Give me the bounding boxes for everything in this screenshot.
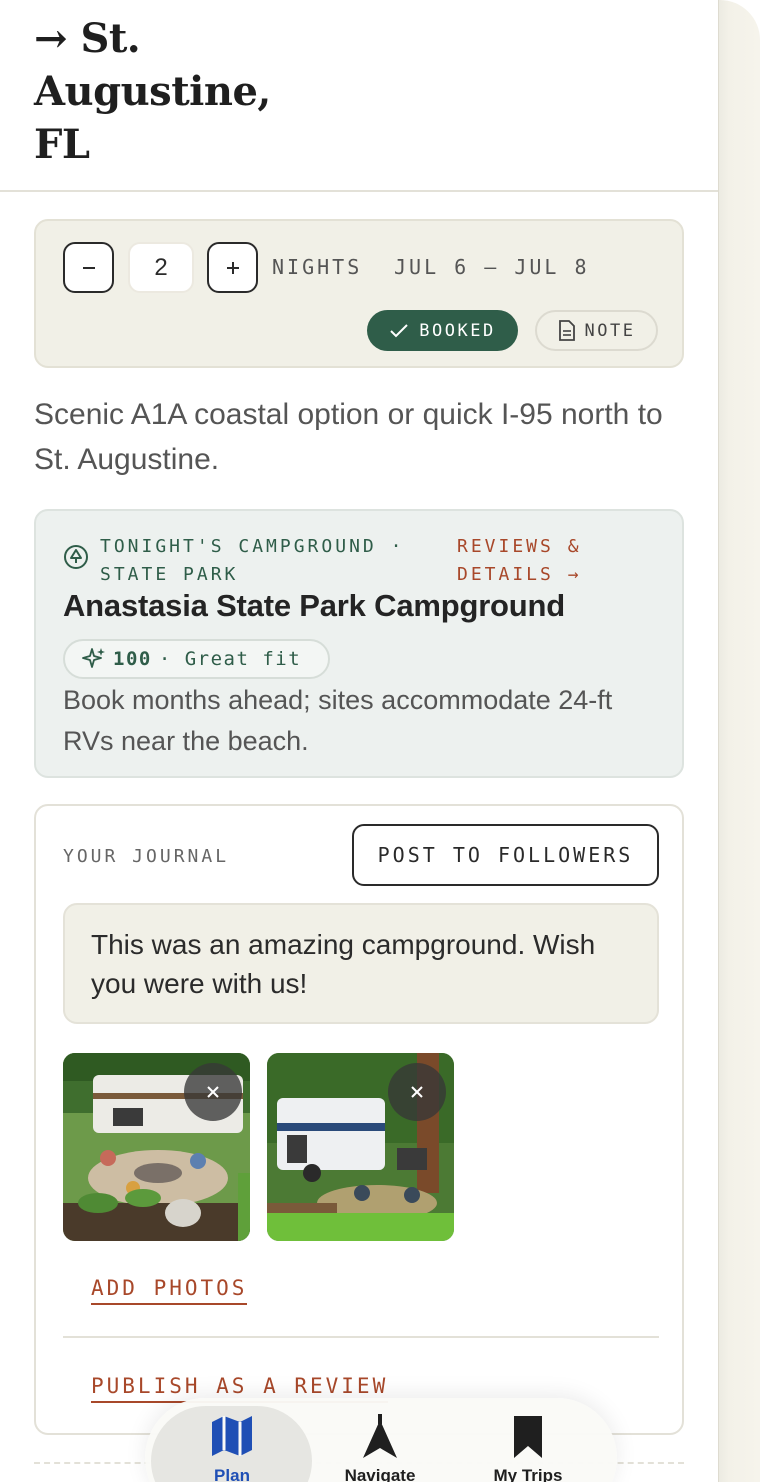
trip-day-sheet: → St. Augustine, FL 2 NIGHTS JUL 6 – JUL…	[0, 0, 718, 1482]
booked-button[interactable]: BOOKED	[367, 310, 518, 351]
fit-score-badge: 100 · Great fit	[63, 639, 330, 679]
nights-value[interactable]: 2	[128, 242, 194, 293]
date-range: JUL 6 – JUL 8	[394, 255, 590, 279]
journal-entry-field[interactable]: This was an amazing campground. Wish you…	[63, 903, 659, 1024]
title-line: FL	[34, 121, 90, 168]
tab-label: Plan	[214, 1466, 250, 1482]
remove-photo-button[interactable]	[388, 1063, 446, 1121]
note-label: NOTE	[584, 320, 636, 341]
nights-card: 2 NIGHTS JUL 6 – JUL 8 BOOKED NOTE	[34, 219, 684, 368]
campground-card[interactable]: TONIGHT'S CAMPGROUND · STATE PARK REVIEW…	[34, 509, 684, 778]
minus-icon	[82, 266, 95, 269]
checkmark-icon	[390, 323, 408, 337]
sparkle-icon	[82, 648, 105, 668]
journal-card: YOUR JOURNAL POST TO FOLLOWERS This was …	[34, 804, 684, 1435]
booked-label: BOOKED	[419, 320, 496, 341]
route-description: Scenic A1A coastal option or quick I-95 …	[34, 398, 663, 476]
post-to-followers-button[interactable]: POST TO FOLLOWERS	[352, 824, 659, 886]
journal-photo[interactable]	[63, 1053, 250, 1241]
reviews-details-link[interactable]: REVIEWS & DETAILS →	[457, 533, 647, 589]
close-icon	[207, 1086, 219, 1098]
tab-label: Navigate	[344, 1466, 416, 1482]
tab-navigate[interactable]: Navigate	[305, 1412, 455, 1482]
fit-label: · Great fit	[158, 648, 302, 670]
title-line: Augustine,	[34, 68, 271, 115]
tab-my-trips[interactable]: My Trips	[453, 1412, 603, 1482]
campground-type: TONIGHT'S CAMPGROUND · STATE PARK	[100, 536, 405, 585]
remove-photo-button[interactable]	[184, 1063, 242, 1121]
navigation-arrow-icon	[363, 1414, 397, 1458]
tab-plan[interactable]: Plan	[157, 1412, 307, 1482]
campground-pin-icon	[64, 545, 88, 569]
bottom-tab-bar: Plan Navigate My Trips	[145, 1398, 617, 1482]
campground-name: Anastasia State Park Campground	[63, 588, 566, 623]
title-line: → St.	[34, 15, 141, 62]
page-title: → St. Augustine, FL	[34, 12, 334, 171]
journal-photo[interactable]	[267, 1053, 454, 1241]
note-button[interactable]: NOTE	[535, 310, 658, 351]
journal-divider	[63, 1336, 659, 1338]
plus-icon	[226, 261, 239, 274]
campground-description: Book months ahead; sites accommodate 24-…	[63, 685, 613, 756]
close-icon	[411, 1086, 423, 1098]
fit-score: 100	[113, 648, 152, 670]
bookmark-icon	[514, 1416, 542, 1458]
decrement-nights-button[interactable]	[63, 242, 114, 293]
background-edge	[718, 0, 760, 1482]
journal-label: YOUR JOURNAL	[63, 846, 230, 867]
header-divider	[0, 190, 718, 192]
tab-label: My Trips	[493, 1466, 563, 1482]
nights-label: NIGHTS	[272, 255, 363, 279]
increment-nights-button[interactable]	[207, 242, 258, 293]
map-icon	[212, 1416, 252, 1456]
document-icon	[558, 320, 575, 341]
add-photos-link[interactable]: ADD PHOTOS	[91, 1276, 248, 1305]
